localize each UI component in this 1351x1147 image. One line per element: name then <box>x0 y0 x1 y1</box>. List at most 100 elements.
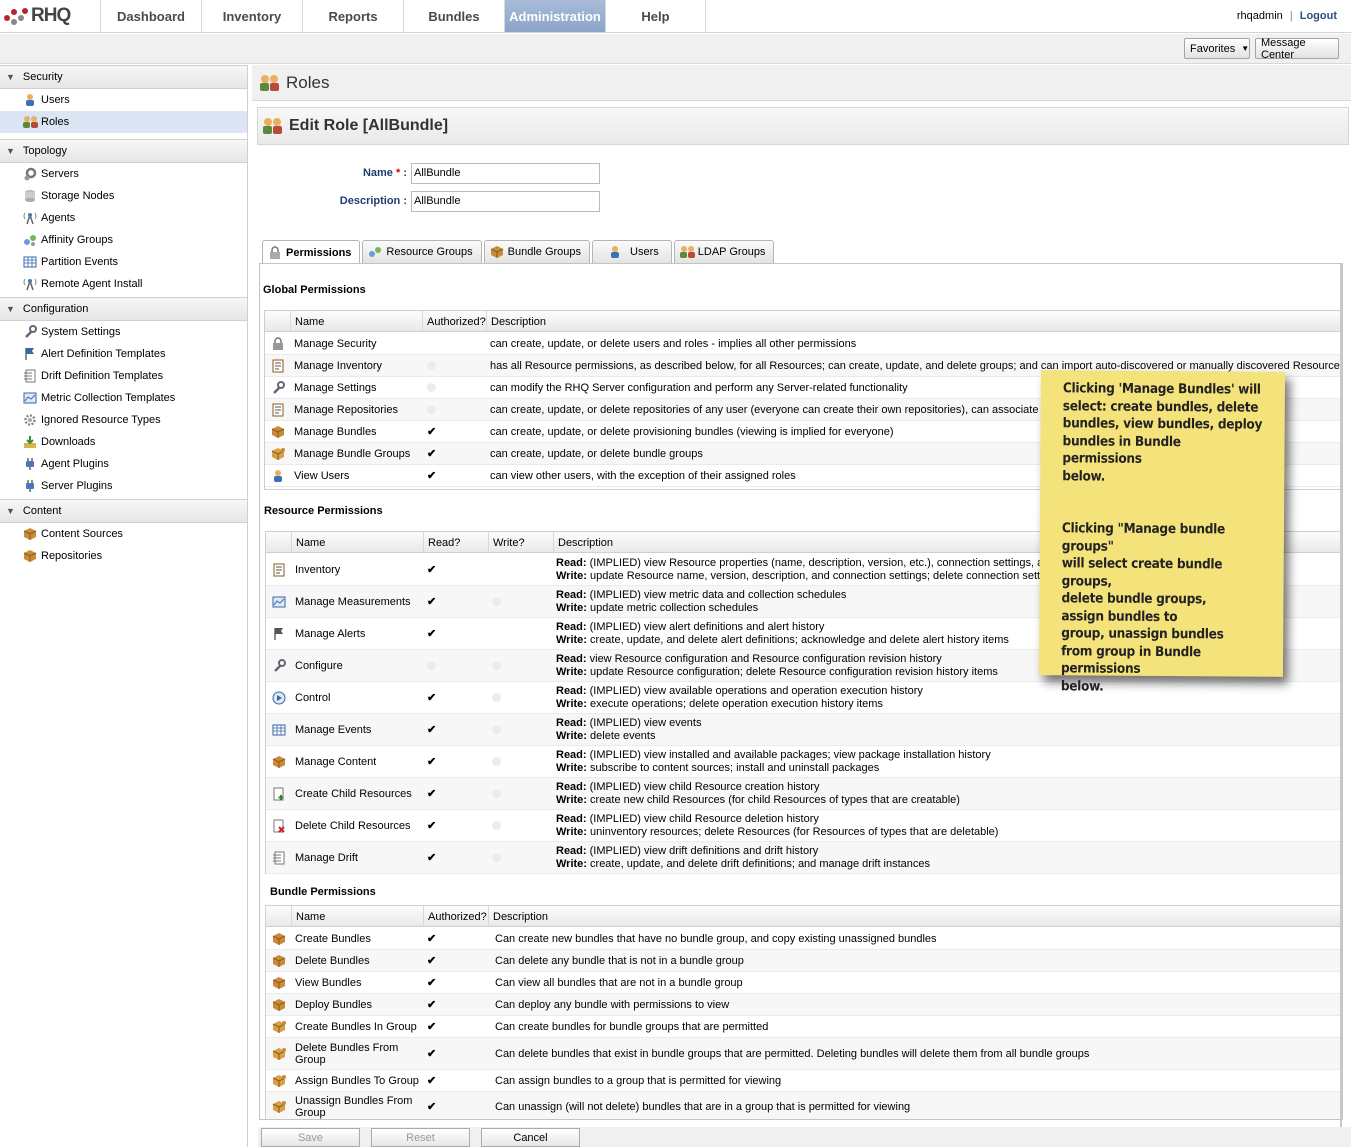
check-icon[interactable]: ✔ <box>427 932 436 945</box>
sidebar-item-server-plugins[interactable]: Server Plugins <box>0 475 247 497</box>
write-checkbox[interactable] <box>492 682 501 713</box>
sidebar-item-storage-nodes[interactable]: Storage Nodes <box>0 185 247 207</box>
check-icon[interactable]: ✔ <box>427 1074 436 1087</box>
check-icon[interactable]: ✔ <box>427 1047 436 1060</box>
check-icon[interactable]: ✔ <box>427 691 436 704</box>
read-checkbox[interactable] <box>427 650 436 681</box>
unchecked-icon[interactable] <box>492 789 501 798</box>
authorized-checkbox[interactable]: ✔ <box>427 1038 436 1069</box>
read-checkbox[interactable]: ✔ <box>427 714 436 745</box>
sidebar-item-repositories[interactable]: Repositories <box>0 545 247 567</box>
authorized-checkbox[interactable] <box>427 399 483 420</box>
authorized-checkbox[interactable] <box>427 333 483 354</box>
authorized-checkbox[interactable]: ✔ <box>427 443 483 464</box>
sidebar-item-ignored-resource-types[interactable]: Ignored Resource Types <box>0 409 247 431</box>
sidebar-item-users[interactable]: Users <box>0 89 247 111</box>
write-checkbox[interactable] <box>492 746 501 777</box>
unchecked-icon[interactable] <box>427 405 436 414</box>
unchecked-icon[interactable] <box>427 361 436 370</box>
read-checkbox[interactable]: ✔ <box>427 618 436 649</box>
header-name[interactable]: Name <box>291 311 423 332</box>
unchecked-icon[interactable] <box>492 597 501 606</box>
write-checkbox[interactable] <box>492 810 501 841</box>
panel-scrollbar[interactable] <box>1340 263 1342 1133</box>
tab-resource-groups[interactable]: Resource Groups <box>362 240 482 263</box>
unchecked-icon[interactable] <box>492 661 501 670</box>
header-authorized[interactable]: Authorized? <box>423 311 487 332</box>
authorized-checkbox[interactable]: ✔ <box>427 928 436 949</box>
check-icon[interactable]: ✔ <box>427 1020 436 1033</box>
authorized-checkbox[interactable]: ✔ <box>427 465 483 486</box>
header-write[interactable]: Write? <box>489 532 554 553</box>
authorized-checkbox[interactable] <box>427 355 483 376</box>
check-icon[interactable]: ✔ <box>427 851 436 864</box>
sidebar-section-configuration[interactable]: ▼ Configuration <box>0 297 247 321</box>
header-name[interactable]: Name <box>292 532 424 553</box>
nav-bundles[interactable]: Bundles <box>403 0 504 32</box>
save-button[interactable]: Save <box>261 1128 360 1147</box>
sidebar-item-servers[interactable]: Servers <box>0 163 247 185</box>
nav-help[interactable]: Help <box>605 0 706 32</box>
check-icon[interactable]: ✔ <box>427 563 436 576</box>
write-checkbox[interactable] <box>492 714 501 745</box>
check-icon[interactable]: ✔ <box>427 627 436 640</box>
read-checkbox[interactable]: ✔ <box>427 586 436 617</box>
sidebar-item-drift-definition-templates[interactable]: Drift Definition Templates <box>0 365 247 387</box>
tab-ldap-groups[interactable]: LDAP Groups <box>673 240 775 263</box>
read-checkbox[interactable]: ✔ <box>427 778 436 809</box>
check-icon[interactable]: ✔ <box>427 787 436 800</box>
sidebar-item-downloads[interactable]: Downloads <box>0 431 247 453</box>
check-icon[interactable]: ✔ <box>427 469 436 482</box>
sidebar-item-affinity-groups[interactable]: Affinity Groups <box>0 229 247 251</box>
rhq-logo[interactable]: RHQ <box>2 4 71 28</box>
read-checkbox[interactable]: ✔ <box>427 746 436 777</box>
name-input[interactable]: AllBundle <box>411 163 600 184</box>
nav-reports[interactable]: Reports <box>302 0 403 32</box>
header-read[interactable]: Read? <box>424 532 489 553</box>
authorized-checkbox[interactable] <box>427 377 483 398</box>
sidebar-section-security[interactable]: ▼ Security <box>0 65 247 89</box>
unchecked-icon[interactable] <box>492 725 501 734</box>
authorized-checkbox[interactable]: ✔ <box>427 1092 436 1119</box>
write-checkbox[interactable] <box>492 842 501 873</box>
header-name[interactable]: Name <box>292 906 424 927</box>
sidebar-item-roles[interactable]: Roles <box>0 111 247 133</box>
header-authorized[interactable]: Authorized? <box>424 906 489 927</box>
authorized-checkbox[interactable]: ✔ <box>427 972 436 993</box>
check-icon[interactable]: ✔ <box>427 425 436 438</box>
authorized-checkbox[interactable]: ✔ <box>427 421 483 442</box>
unchecked-icon[interactable] <box>427 661 436 670</box>
check-icon[interactable]: ✔ <box>427 819 436 832</box>
sidebar-section-topology[interactable]: ▼ Topology <box>0 139 247 163</box>
tab-bundle-groups[interactable]: Bundle Groups <box>483 240 591 263</box>
check-icon[interactable]: ✔ <box>427 755 436 768</box>
nav-inventory[interactable]: Inventory <box>201 0 302 32</box>
unchecked-icon[interactable] <box>427 383 436 392</box>
authorized-checkbox[interactable]: ✔ <box>427 950 436 971</box>
header-description[interactable]: Description <box>489 906 1342 927</box>
favorites-button[interactable]: Favorites ▼ <box>1184 38 1250 59</box>
sidebar-item-content-sources[interactable]: Content Sources <box>0 523 247 545</box>
check-icon[interactable]: ✔ <box>427 954 436 967</box>
tab-users[interactable]: Users <box>592 240 672 263</box>
check-icon[interactable]: ✔ <box>427 595 436 608</box>
unchecked-icon[interactable] <box>492 757 501 766</box>
check-icon[interactable]: ✔ <box>427 976 436 989</box>
authorized-checkbox[interactable]: ✔ <box>427 1016 436 1037</box>
check-icon[interactable]: ✔ <box>427 447 436 460</box>
sidebar-item-metric-collection-templates[interactable]: Metric Collection Templates <box>0 387 247 409</box>
read-checkbox[interactable]: ✔ <box>427 554 436 585</box>
write-checkbox[interactable] <box>492 650 501 681</box>
unchecked-icon[interactable] <box>492 821 501 830</box>
message-center-button[interactable]: Message Center <box>1255 37 1339 61</box>
check-icon[interactable]: ✔ <box>427 723 436 736</box>
authorized-checkbox[interactable]: ✔ <box>427 994 436 1015</box>
authorized-checkbox[interactable]: ✔ <box>427 1070 436 1091</box>
sidebar-section-content[interactable]: ▼ Content <box>0 499 247 523</box>
header-description[interactable]: Description <box>487 311 1342 332</box>
write-checkbox[interactable] <box>492 778 501 809</box>
sidebar-item-alert-definition-templates[interactable]: Alert Definition Templates <box>0 343 247 365</box>
unchecked-icon[interactable] <box>492 853 501 862</box>
sidebar-item-partition-events[interactable]: Partition Events <box>0 251 247 273</box>
check-icon[interactable]: ✔ <box>427 1100 436 1113</box>
